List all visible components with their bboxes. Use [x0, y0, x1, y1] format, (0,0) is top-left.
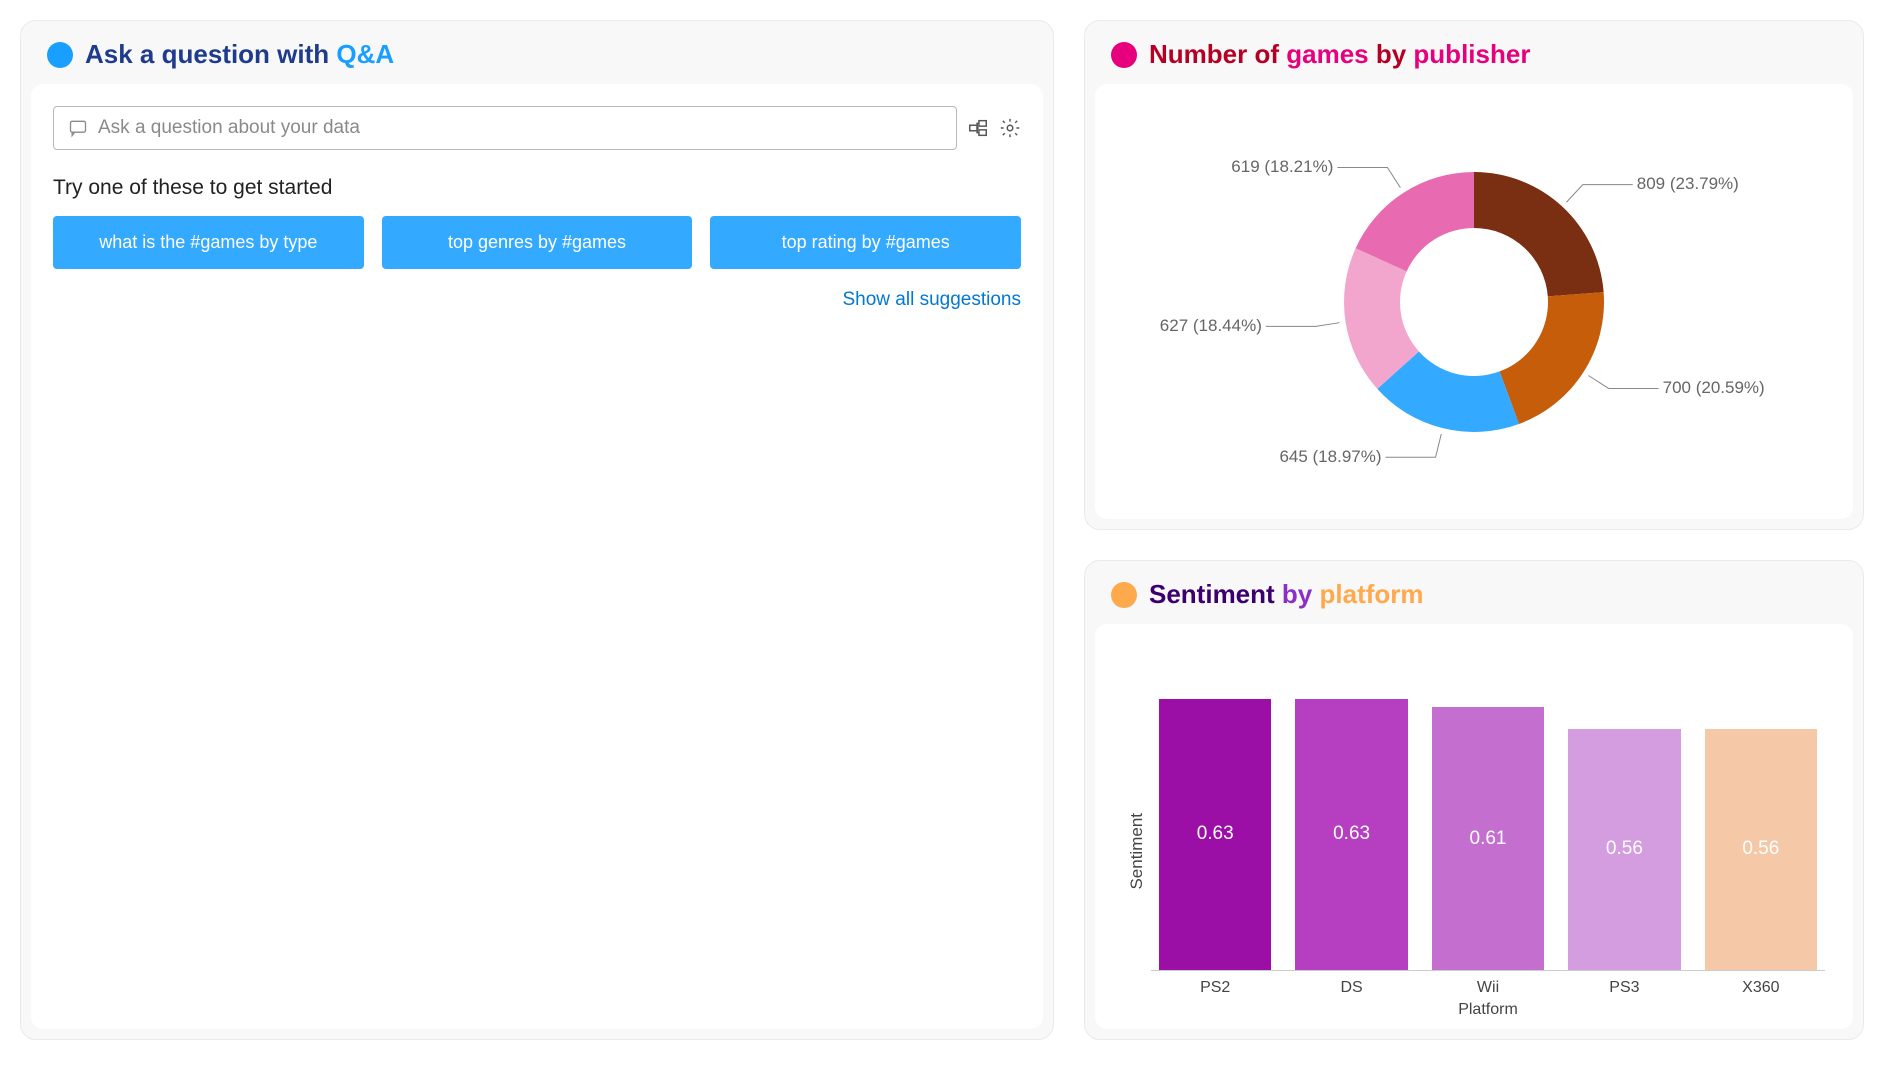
qa-title: Ask a question with Q&A [85, 39, 394, 70]
qa-header: Ask a question with Q&A [21, 21, 1053, 84]
bar-chart: 0.630.630.610.560.56 [1151, 644, 1825, 971]
qa-body: Ask a question about your data Try one o… [31, 84, 1043, 1029]
bar-xlabel: Platform [1151, 1001, 1825, 1019]
bar[interactable]: 0.61 [1432, 707, 1544, 970]
donut-card: Number of games by publisher 809 (23.79%… [1084, 20, 1864, 530]
donut-body: 809 (23.79%)700 (20.59%)645 (18.97%)627 … [1095, 84, 1853, 519]
qa-card: Ask a question with Q&A Ask a question a… [20, 20, 1054, 1040]
bar[interactable]: 0.56 [1705, 729, 1817, 970]
bar[interactable]: 0.63 [1159, 699, 1271, 970]
donut-chart: 809 (23.79%)700 (20.59%)645 (18.97%)627 … [1214, 112, 1734, 492]
bar-xlabel-tick: PS2 [1159, 979, 1271, 997]
bar-ylabel: Sentiment [1123, 773, 1151, 890]
dot-icon [1111, 582, 1137, 608]
donut-slice[interactable] [1474, 172, 1604, 296]
qa-try-label: Try one of these to get started [53, 176, 1021, 200]
qa-input[interactable]: Ask a question about your data [53, 106, 957, 150]
qa-suggestion-1[interactable]: top genres by #games [382, 216, 693, 269]
qa-suggestion-0[interactable]: what is the #games by type [53, 216, 364, 269]
chat-icon [68, 118, 88, 138]
bar-xlabel-tick: PS3 [1568, 979, 1680, 997]
donut-header: Number of games by publisher [1085, 21, 1863, 84]
donut-slice[interactable] [1500, 292, 1604, 424]
bar-header: Sentiment by platform [1085, 561, 1863, 624]
bar[interactable]: 0.56 [1568, 729, 1680, 970]
bar-title: Sentiment by platform [1149, 579, 1424, 610]
bar-body: Sentiment 0.630.630.610.560.56 PS2DSWiiP… [1095, 624, 1853, 1029]
bar-xlabel-tick: X360 [1705, 979, 1817, 997]
gear-icon[interactable] [999, 117, 1021, 139]
bar-xlabel-tick: DS [1295, 979, 1407, 997]
bar-card: Sentiment by platform Sentiment 0.630.63… [1084, 560, 1864, 1040]
qa-schema-icon[interactable] [967, 117, 989, 139]
bar-xlabel-tick: Wii [1432, 979, 1544, 997]
qa-suggestion-2[interactable]: top rating by #games [710, 216, 1021, 269]
bar[interactable]: 0.63 [1295, 699, 1407, 970]
donut-title: Number of games by publisher [1149, 39, 1530, 70]
qa-placeholder: Ask a question about your data [98, 117, 360, 139]
dot-icon [47, 42, 73, 68]
show-all-suggestions-link[interactable]: Show all suggestions [53, 289, 1021, 311]
dot-icon [1111, 42, 1137, 68]
